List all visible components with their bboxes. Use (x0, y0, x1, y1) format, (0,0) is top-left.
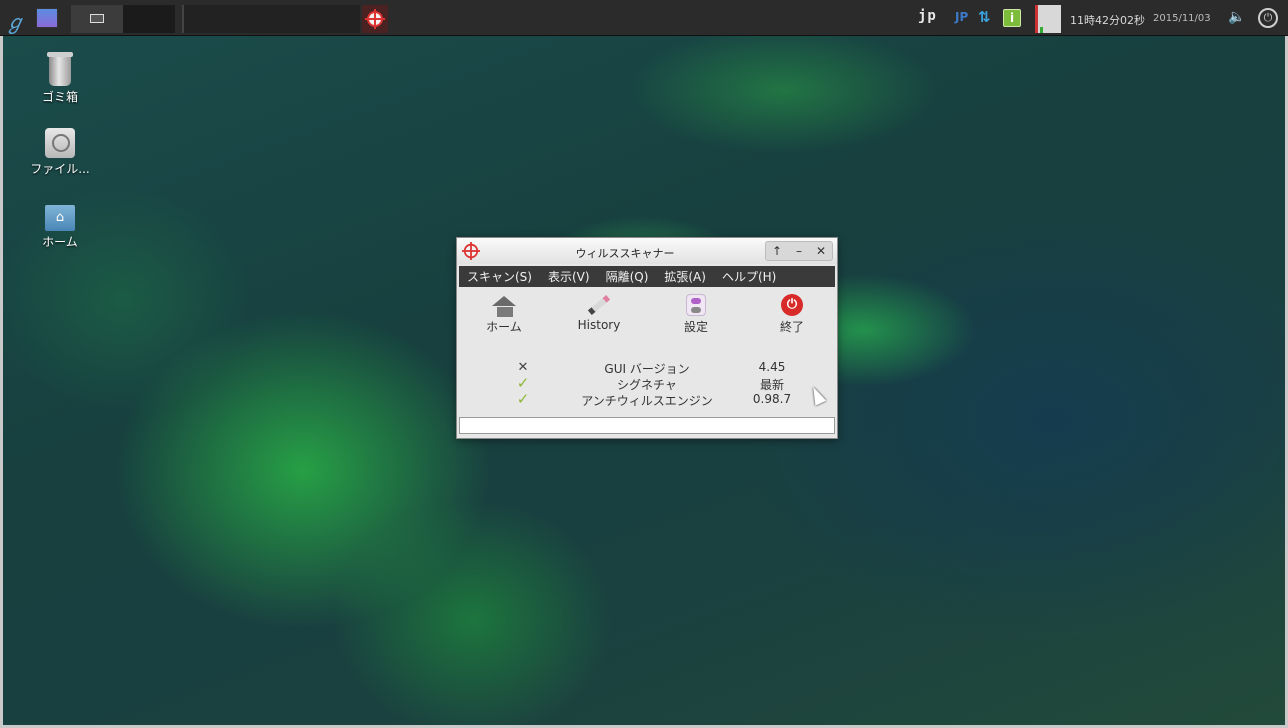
input-method-indicator[interactable]: jp (918, 8, 937, 24)
cpu-monitor-graph[interactable] (1035, 5, 1061, 33)
app-menu-logo-icon[interactable]: ℊ (5, 6, 29, 34)
quit-button[interactable]: ⏻ 終了 (757, 293, 827, 335)
cross-icon: ✕ (517, 360, 529, 375)
status-row-engine: ✓ アンチウィルスエンジン 0.98.7 (459, 390, 835, 408)
workspace-1-button[interactable] (71, 5, 123, 33)
desktop-icon-trash[interactable]: ゴミ箱 (20, 52, 100, 105)
status-name: GUI バージョン (604, 362, 690, 376)
menu-view[interactable]: 表示(V) (540, 268, 598, 285)
home-icon (469, 293, 539, 317)
menu-extensions[interactable]: 拡張(A) (656, 268, 714, 285)
history-button[interactable]: History (564, 293, 634, 332)
virus-scanner-window: ウィルススキャナー ↑ – ✕ スキャン(S) 表示(V) 隔離(Q) 拡張(A… (456, 237, 838, 439)
window-controls: ↑ – ✕ (765, 241, 833, 261)
settings-button-label: 設定 (683, 320, 708, 334)
trash-icon (47, 52, 73, 86)
quit-button-label: 終了 (779, 320, 804, 334)
window-titlebar[interactable]: ウィルススキャナー ↑ – ✕ (457, 238, 837, 264)
workspace-2-button[interactable] (123, 5, 175, 33)
settings-toggle-icon (661, 293, 731, 317)
status-name: アンチウィルスエンジン (581, 394, 713, 408)
clock-time[interactable]: 11時42分02秒 (1070, 12, 1145, 28)
desktop-icon-label: ホーム (42, 235, 78, 249)
status-value: 4.45 (758, 360, 786, 374)
power-icon[interactable]: ⏻ (1258, 8, 1278, 28)
menu-bar: スキャン(S) 表示(V) 隔離(Q) 拡張(A) ヘルプ(H) (459, 266, 835, 287)
desktop-icon-home[interactable]: ⌂ ホーム (20, 201, 100, 250)
keyboard-layout-indicator[interactable]: JP (955, 10, 968, 24)
info-icon[interactable]: i (1003, 9, 1021, 27)
taskbar: ℊ jp JP ⇅ i 11時42分02秒 2015/11/03 🔈 ⏻ (0, 0, 1288, 36)
network-updown-icon[interactable]: ⇅ (978, 8, 996, 28)
window-title: ウィルススキャナー (575, 247, 675, 260)
home-button-label: ホーム (486, 320, 522, 334)
check-icon: ✓ (516, 390, 530, 408)
home-button[interactable]: ホーム (469, 293, 539, 335)
desktop-icon-files[interactable]: ファイル... (20, 128, 100, 177)
desktop-icon-label: ファイル... (30, 162, 90, 176)
progress-bar (459, 417, 835, 434)
settings-button[interactable]: 設定 (661, 293, 731, 335)
menu-help[interactable]: ヘルプ(H) (714, 268, 784, 285)
home-folder-icon: ⌂ (45, 205, 75, 231)
menu-quarantine[interactable]: 隔離(Q) (598, 268, 657, 285)
show-desktop-icon[interactable] (36, 8, 58, 28)
status-value: 0.98.7 (752, 392, 792, 406)
status-list: ✕ GUI バージョン 4.45 ✓ シグネチャ 最新 ✓ アンチウィルスエンジ… (459, 358, 835, 408)
pencil-icon (564, 293, 634, 317)
power-icon: ⏻ (757, 293, 827, 317)
task-virus-scanner-button[interactable] (362, 5, 388, 33)
shade-up-button[interactable]: ↑ (766, 242, 788, 260)
status-value: 最新 (759, 378, 784, 392)
virus-scanner-icon (365, 9, 385, 29)
volume-icon[interactable]: 🔈 (1228, 9, 1245, 25)
history-button-label: History (577, 318, 621, 332)
close-button[interactable]: ✕ (810, 242, 832, 260)
clock-date[interactable]: 2015/11/03 (1153, 13, 1211, 24)
minimize-button[interactable]: – (788, 242, 810, 260)
menu-scan[interactable]: スキャン(S) (459, 268, 540, 285)
drive-icon (45, 128, 75, 158)
status-name: シグネチャ (617, 378, 677, 392)
desktop-icon-label: ゴミ箱 (41, 90, 78, 104)
window-icon (90, 14, 104, 23)
toolbar: ホーム History 設定 ⏻ 終了 (459, 289, 835, 341)
task-list[interactable] (182, 5, 360, 33)
